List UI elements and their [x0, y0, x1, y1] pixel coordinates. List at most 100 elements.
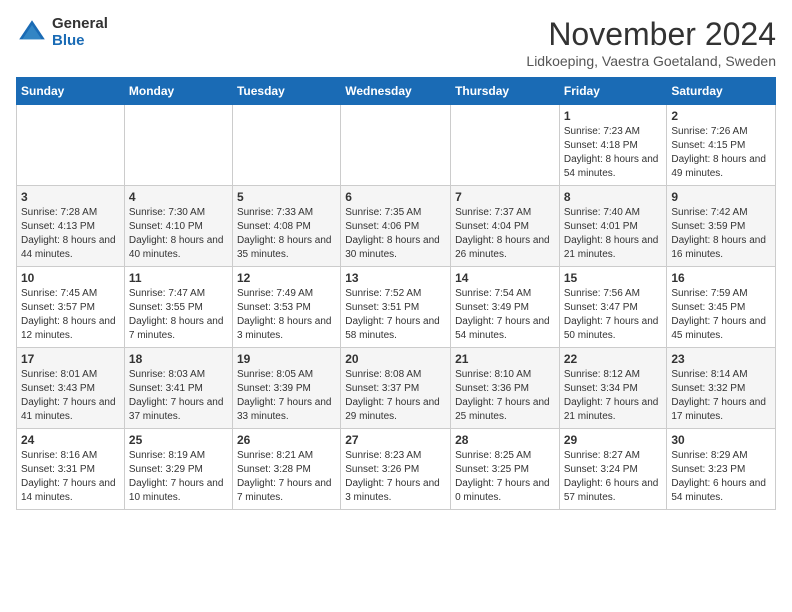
title-block: November 2024 Lidkoeping, Vaestra Goetal…	[526, 16, 776, 69]
day-number: 4	[129, 190, 228, 204]
calendar-cell: 20Sunrise: 8:08 AM Sunset: 3:37 PM Dayli…	[341, 348, 451, 429]
day-info: Sunrise: 8:01 AM Sunset: 3:43 PM Dayligh…	[21, 368, 120, 424]
day-info: Sunrise: 7:42 AM Sunset: 3:59 PM Dayligh…	[671, 206, 771, 262]
day-info: Sunrise: 7:47 AM Sunset: 3:55 PM Dayligh…	[129, 287, 228, 343]
day-info: Sunrise: 8:23 AM Sunset: 3:26 PM Dayligh…	[345, 449, 446, 505]
calendar-cell: 10Sunrise: 7:45 AM Sunset: 3:57 PM Dayli…	[17, 267, 125, 348]
calendar-cell: 5Sunrise: 7:33 AM Sunset: 4:08 PM Daylig…	[232, 186, 340, 267]
day-number: 15	[564, 271, 663, 285]
weekday-header: Friday	[559, 78, 667, 105]
day-number: 8	[564, 190, 663, 204]
day-info: Sunrise: 8:05 AM Sunset: 3:39 PM Dayligh…	[237, 368, 336, 424]
day-number: 29	[564, 433, 663, 447]
weekday-header: Thursday	[451, 78, 560, 105]
calendar-cell: 12 Sunrise: 7:49 AM Sunset: 3:53 PM Dayli…	[232, 267, 340, 348]
calendar-cell: 3 Sunrise: 7:28 AM Sunset: 4:13 PM Daylig…	[17, 186, 125, 267]
calendar-cell: 2 Sunrise: 7:26 AM Sunset: 4:15 PM Daylig…	[667, 105, 776, 186]
calendar-table: SundayMondayTuesdayWednesdayThursdayFrid…	[16, 77, 776, 510]
day-info: Sunrise: 7:26 AM Sunset: 4:15 PM Dayligh…	[671, 125, 771, 181]
calendar-cell: 17 Sunrise: 8:01 AM Sunset: 3:43 PM Dayli…	[17, 348, 125, 429]
calendar-cell: 4 Sunrise: 7:30 AM Sunset: 4:10 PM Daylig…	[124, 186, 232, 267]
day-number: 17	[21, 352, 120, 366]
calendar-cell: 30 Sunrise: 8:29 AM Sunset: 3:23 PM Dayli…	[667, 429, 776, 510]
day-info: Sunrise: 8:03 AM Sunset: 3:41 PM Dayligh…	[129, 368, 228, 424]
weekday-header: Saturday	[667, 78, 776, 105]
day-info: Sunrise: 8:27 AM Sunset: 3:24 PM Dayligh…	[564, 449, 663, 505]
day-number: 16	[671, 271, 771, 285]
calendar-cell	[124, 105, 232, 186]
calendar-cell: 24 Sunrise: 8:16 AM Sunset: 3:31 PM Dayli…	[17, 429, 125, 510]
day-info: Sunrise: 7:35 AM Sunset: 4:06 PM Dayligh…	[345, 206, 446, 262]
calendar-cell: 6 Sunrise: 7:35 AM Sunset: 4:06 PM Daylig…	[341, 186, 451, 267]
day-info: Sunrise: 8:14 AM Sunset: 3:32 PM Dayligh…	[671, 368, 771, 424]
page-header: General Blue November 2024 Lidkoeping, V…	[16, 16, 776, 69]
day-info: Sunrise: 8:16 AM Sunset: 3:31 PM Dayligh…	[21, 449, 120, 505]
day-info: Sunrise: 7:52 AM Sunset: 3:51 PM Dayligh…	[345, 287, 446, 343]
day-info: Sunrise: 7:59 AM Sunset: 3:45 PM Dayligh…	[671, 287, 771, 343]
calendar-cell: 29 Sunrise: 8:27 AM Sunset: 3:24 PM Dayli…	[559, 429, 667, 510]
day-info: Sunrise: 7:28 AM Sunset: 4:13 PM Dayligh…	[21, 206, 120, 262]
calendar-cell	[232, 105, 340, 186]
day-info: Sunrise: 8:08 AM Sunset: 3:37 PM Dayligh…	[345, 368, 446, 424]
logo-text: General Blue	[52, 16, 108, 49]
day-info: Sunrise: 7:56 AM Sunset: 3:47 PM Dayligh…	[564, 287, 663, 343]
day-number: 2	[671, 109, 771, 123]
day-number: 30	[671, 433, 771, 447]
month-title: November 2024	[526, 16, 776, 53]
day-info: Sunrise: 7:49 AM Sunset: 3:53 PM Dayligh…	[237, 287, 336, 343]
calendar-cell: 25 Sunrise: 8:19 AM Sunset: 3:29 PM Dayli…	[124, 429, 232, 510]
calendar-cell: 1Sunrise: 7:23 AM Sunset: 4:18 PM Daylig…	[559, 105, 667, 186]
day-number: 13	[345, 271, 446, 285]
calendar-cell	[17, 105, 125, 186]
calendar-cell: 22Sunrise: 8:12 AM Sunset: 3:34 PM Dayli…	[559, 348, 667, 429]
day-number: 9	[671, 190, 771, 204]
day-number: 6	[345, 190, 446, 204]
day-number: 23	[671, 352, 771, 366]
day-number: 14	[455, 271, 555, 285]
calendar-cell: 16 Sunrise: 7:59 AM Sunset: 3:45 PM Dayli…	[667, 267, 776, 348]
logo-blue-text: Blue	[52, 33, 108, 50]
calendar-cell: 7 Sunrise: 7:37 AM Sunset: 4:04 PM Daylig…	[451, 186, 560, 267]
calendar-week-row: 17 Sunrise: 8:01 AM Sunset: 3:43 PM Dayli…	[17, 348, 776, 429]
day-number: 24	[21, 433, 120, 447]
calendar-cell: 9 Sunrise: 7:42 AM Sunset: 3:59 PM Daylig…	[667, 186, 776, 267]
day-number: 7	[455, 190, 555, 204]
logo: General Blue	[16, 16, 108, 49]
day-number: 25	[129, 433, 228, 447]
calendar-cell: 11 Sunrise: 7:47 AM Sunset: 3:55 PM Dayli…	[124, 267, 232, 348]
weekday-header: Tuesday	[232, 78, 340, 105]
day-number: 11	[129, 271, 228, 285]
day-number: 1	[564, 109, 663, 123]
day-info: Sunrise: 8:10 AM Sunset: 3:36 PM Dayligh…	[455, 368, 555, 424]
day-number: 26	[237, 433, 336, 447]
day-number: 28	[455, 433, 555, 447]
day-info: Sunrise: 8:19 AM Sunset: 3:29 PM Dayligh…	[129, 449, 228, 505]
day-info: Sunrise: 7:30 AM Sunset: 4:10 PM Dayligh…	[129, 206, 228, 262]
day-number: 12	[237, 271, 336, 285]
calendar-week-row: 24 Sunrise: 8:16 AM Sunset: 3:31 PM Dayli…	[17, 429, 776, 510]
day-number: 10	[21, 271, 120, 285]
day-number: 3	[21, 190, 120, 204]
day-info: Sunrise: 7:33 AM Sunset: 4:08 PM Dayligh…	[237, 206, 336, 262]
calendar-cell: 28 Sunrise: 8:25 AM Sunset: 3:25 PM Dayli…	[451, 429, 560, 510]
calendar-week-row: 1Sunrise: 7:23 AM Sunset: 4:18 PM Daylig…	[17, 105, 776, 186]
calendar-week-row: 3 Sunrise: 7:28 AM Sunset: 4:13 PM Daylig…	[17, 186, 776, 267]
day-info: Sunrise: 7:54 AM Sunset: 3:49 PM Dayligh…	[455, 287, 555, 343]
calendar-cell: 18 Sunrise: 8:03 AM Sunset: 3:41 PM Dayli…	[124, 348, 232, 429]
weekday-header-row: SundayMondayTuesdayWednesdayThursdayFrid…	[17, 78, 776, 105]
weekday-header: Monday	[124, 78, 232, 105]
calendar-cell: 21Sunrise: 8:10 AM Sunset: 3:36 PM Dayli…	[451, 348, 560, 429]
logo-icon	[16, 17, 48, 49]
day-info: Sunrise: 7:37 AM Sunset: 4:04 PM Dayligh…	[455, 206, 555, 262]
day-number: 18	[129, 352, 228, 366]
day-info: Sunrise: 8:21 AM Sunset: 3:28 PM Dayligh…	[237, 449, 336, 505]
weekday-header: Wednesday	[341, 78, 451, 105]
calendar-week-row: 10Sunrise: 7:45 AM Sunset: 3:57 PM Dayli…	[17, 267, 776, 348]
day-number: 22	[564, 352, 663, 366]
day-info: Sunrise: 8:29 AM Sunset: 3:23 PM Dayligh…	[671, 449, 771, 505]
calendar-cell: 8 Sunrise: 7:40 AM Sunset: 4:01 PM Daylig…	[559, 186, 667, 267]
calendar-cell: 27Sunrise: 8:23 AM Sunset: 3:26 PM Dayli…	[341, 429, 451, 510]
weekday-header: Sunday	[17, 78, 125, 105]
day-info: Sunrise: 8:25 AM Sunset: 3:25 PM Dayligh…	[455, 449, 555, 505]
day-info: Sunrise: 7:40 AM Sunset: 4:01 PM Dayligh…	[564, 206, 663, 262]
